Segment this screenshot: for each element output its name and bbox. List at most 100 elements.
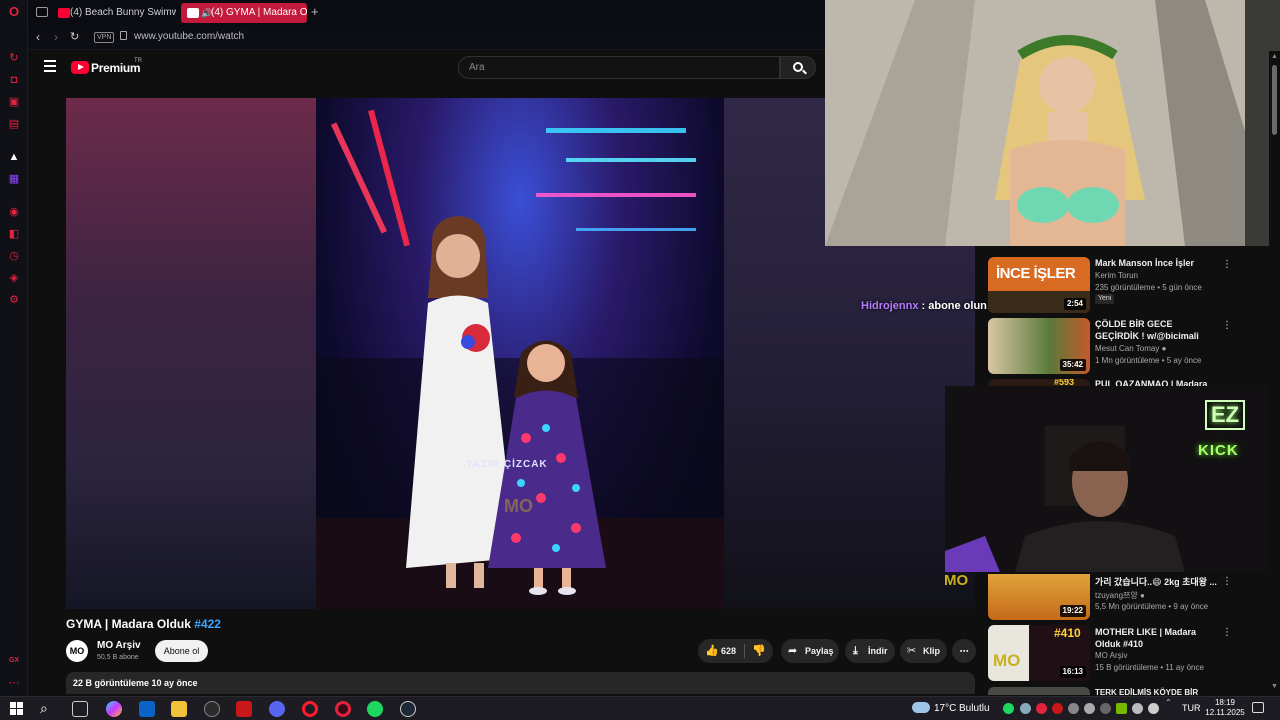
wifi-tray-icon[interactable] <box>1132 703 1143 714</box>
recommendation-title[interactable]: MOTHER LIKE | Madara Olduk #410 <box>1095 626 1217 650</box>
vpn-badge[interactable]: VPN <box>94 32 115 43</box>
more-actions-button[interactable]: ⋯ <box>952 639 976 663</box>
speaker-icon[interactable]: 🔊 <box>201 3 212 23</box>
channel-avatar[interactable]: MO <box>66 640 88 662</box>
recommendation-channel[interactable]: Kerim Torun <box>1095 271 1138 280</box>
copilot-icon[interactable] <box>106 701 122 717</box>
video-frame[interactable]: YAZIR ÇİZCAK MO <box>316 98 724 609</box>
input-language[interactable]: TUR <box>1182 703 1201 713</box>
volume-tray-icon[interactable] <box>1148 703 1159 714</box>
search-input[interactable]: Ara <box>458 56 780 79</box>
clock[interactable]: 18:19 12.11.2025 <box>1205 698 1245 718</box>
reload-icon[interactable]: ↻ <box>70 30 79 43</box>
weather-temp[interactable]: 17°C <box>934 703 956 714</box>
opera-logo-icon[interactable]: O <box>7 5 21 19</box>
windows-start-icon[interactable] <box>10 702 23 715</box>
security-tray-icon[interactable] <box>1084 703 1095 714</box>
ambient-blur-left <box>66 98 316 609</box>
recommendation-thumbnail[interactable]: MO #410 16:13 <box>988 625 1090 681</box>
recommendation-item[interactable]: 19:22 가리 갔습니다..😄 2kg 초대왕 ... tzuyang쯔양 ●… <box>988 574 1232 620</box>
new-tab-button[interactable]: + <box>311 4 319 19</box>
more-dots-icon[interactable]: ⋯ <box>7 676 21 690</box>
recommendation-channel[interactable]: tzuyang쯔양 ● <box>1095 590 1145 601</box>
recommendation-thumbnail[interactable]: İNCE İŞLER 2:54 <box>988 257 1090 313</box>
tab-gyma-active[interactable]: 🔊 (4) GYMA | Madara O <box>181 3 307 23</box>
recommendation-title[interactable]: ÇÖLDE BİR GECE GEÇİRDİK ! w/@bicimali <box>1095 318 1217 342</box>
page-scrollbar[interactable]: ▲ ▼ <box>1269 51 1280 696</box>
player-icon[interactable]: ◉ <box>7 205 21 219</box>
youtube-logo-icon[interactable] <box>71 61 89 74</box>
like-icon[interactable]: 👍 <box>705 639 719 663</box>
description-box[interactable]: 22 B görüntüleme 10 ay önce <box>66 672 975 694</box>
recommendation-channel[interactable]: MO Arşiv <box>1095 651 1127 660</box>
cloud-weather-icon[interactable] <box>912 702 930 713</box>
recommendation-title[interactable]: 가리 갔습니다..😄 2kg 초대왕 ... <box>1095 576 1217 588</box>
history-icon[interactable]: ◷ <box>7 249 21 263</box>
like-count[interactable]: 628 <box>721 639 736 663</box>
network-tray-icon[interactable] <box>1068 703 1079 714</box>
channel-name[interactable]: MO Arşiv <box>97 640 141 651</box>
forward-icon[interactable]: › <box>54 30 58 44</box>
discord-icon[interactable] <box>269 701 285 717</box>
dislike-icon[interactable]: 👎 <box>752 639 766 663</box>
recommendation-thumbnail[interactable]: 19:22 <box>988 574 1090 620</box>
recommendation-title[interactable]: TERK EDİLMİŞ KÖYDE BİR GECE <box>1095 687 1217 695</box>
recommendation-item[interactable]: 35:42 ÇÖLDE BİR GECE GEÇİRDİK ! w/@bicim… <box>988 318 1232 374</box>
opera-tray-icon[interactable] <box>1036 703 1047 714</box>
youtube-premium-logo[interactable]: Premium <box>91 61 141 75</box>
search-icon[interactable]: ⌕ <box>40 700 48 717</box>
steam-icon[interactable] <box>400 701 416 717</box>
clip-button[interactable]: ✂ Klip <box>900 639 947 663</box>
opera-sidebar: O ↻ ◘ ▣ ▤ ▲ ▦ ◉ ◧ ◷ ◈ ⚙ GX ⋯ <box>0 0 28 696</box>
spotify-icon[interactable] <box>367 701 383 717</box>
subscribe-button[interactable]: Abone ol <box>155 640 208 662</box>
opera-gx-icon[interactable] <box>335 701 351 717</box>
kebab-menu-icon[interactable]: ⋮ <box>1222 259 1232 270</box>
chat-username: Hidrojennx <box>861 300 919 312</box>
weather-desc[interactable]: Bulutlu <box>959 703 990 714</box>
tab-beach-bunny[interactable]: (4) Beach Bunny Swimwe <box>52 3 176 23</box>
bookmark-icon[interactable]: ◧ <box>7 227 21 241</box>
video-editor-icon[interactable] <box>236 701 252 717</box>
back-icon[interactable]: ‹ <box>36 30 40 44</box>
recommendation-title[interactable]: Mark Manson İnce İşler <box>1095 257 1217 269</box>
aria-icon[interactable]: ▲ <box>7 150 21 164</box>
file-explorer-icon[interactable] <box>171 701 187 717</box>
stream-watermark: MO <box>944 572 969 589</box>
kebab-menu-icon[interactable]: ⋮ <box>1222 320 1232 331</box>
recommendation-item[interactable]: İNCE İŞLER 2:54 Mark Manson İnce İşler K… <box>988 257 1232 313</box>
obs-icon[interactable] <box>204 701 220 717</box>
nvidia-tray-icon[interactable] <box>1116 703 1127 714</box>
kebab-menu-icon[interactable]: ⋮ <box>1222 576 1232 587</box>
video-hashtag[interactable]: #422 <box>194 617 221 631</box>
recommendation-item[interactable]: MO #410 16:13 MOTHER LIKE | Madara Olduk… <box>988 625 1232 681</box>
scrollbar-thumb[interactable] <box>1272 65 1277 135</box>
news-icon[interactable]: ▤ <box>7 117 21 131</box>
messenger-icon[interactable]: ▣ <box>7 95 21 109</box>
download-button[interactable]: ⤓ İndir <box>845 639 895 663</box>
spotify-tray-icon[interactable] <box>1003 703 1014 714</box>
twitch-icon[interactable]: ▦ <box>7 172 21 186</box>
steam-tray-icon[interactable] <box>1020 703 1031 714</box>
share-button[interactable]: ➦ Paylaş <box>781 639 839 663</box>
recommendation-channel[interactable]: Mesut Can Tomay ● <box>1095 344 1166 353</box>
url-field[interactable]: www.youtube.com/watch <box>134 31 244 42</box>
app-tray-icon[interactable] <box>1052 703 1063 714</box>
recommendation-thumbnail[interactable]: 35:42 <box>988 318 1090 374</box>
kebab-menu-icon[interactable]: ⋮ <box>1222 627 1232 638</box>
menu-icon[interactable] <box>44 60 56 72</box>
search-button[interactable] <box>780 56 816 79</box>
settings-gear-icon[interactable]: ⚙ <box>7 293 21 307</box>
workspaces-icon[interactable] <box>36 7 48 17</box>
mic-tray-icon[interactable] <box>1100 703 1111 714</box>
chevron-up-icon[interactable]: ⌃ <box>1165 698 1172 707</box>
gx-control-icon[interactable]: ↻ <box>7 51 21 65</box>
task-view-icon[interactable] <box>72 701 88 717</box>
opera-icon[interactable] <box>302 701 318 717</box>
recommendation-thumbnail[interactable] <box>988 687 1090 695</box>
bag-icon[interactable]: ◘ <box>7 73 21 87</box>
mail-icon[interactable] <box>139 701 155 717</box>
extensions-icon[interactable]: ◈ <box>7 271 21 285</box>
notification-icon[interactable] <box>1252 702 1264 713</box>
recommendation-item[interactable]: TERK EDİLMİŞ KÖYDE BİR GECE <box>988 687 1228 695</box>
